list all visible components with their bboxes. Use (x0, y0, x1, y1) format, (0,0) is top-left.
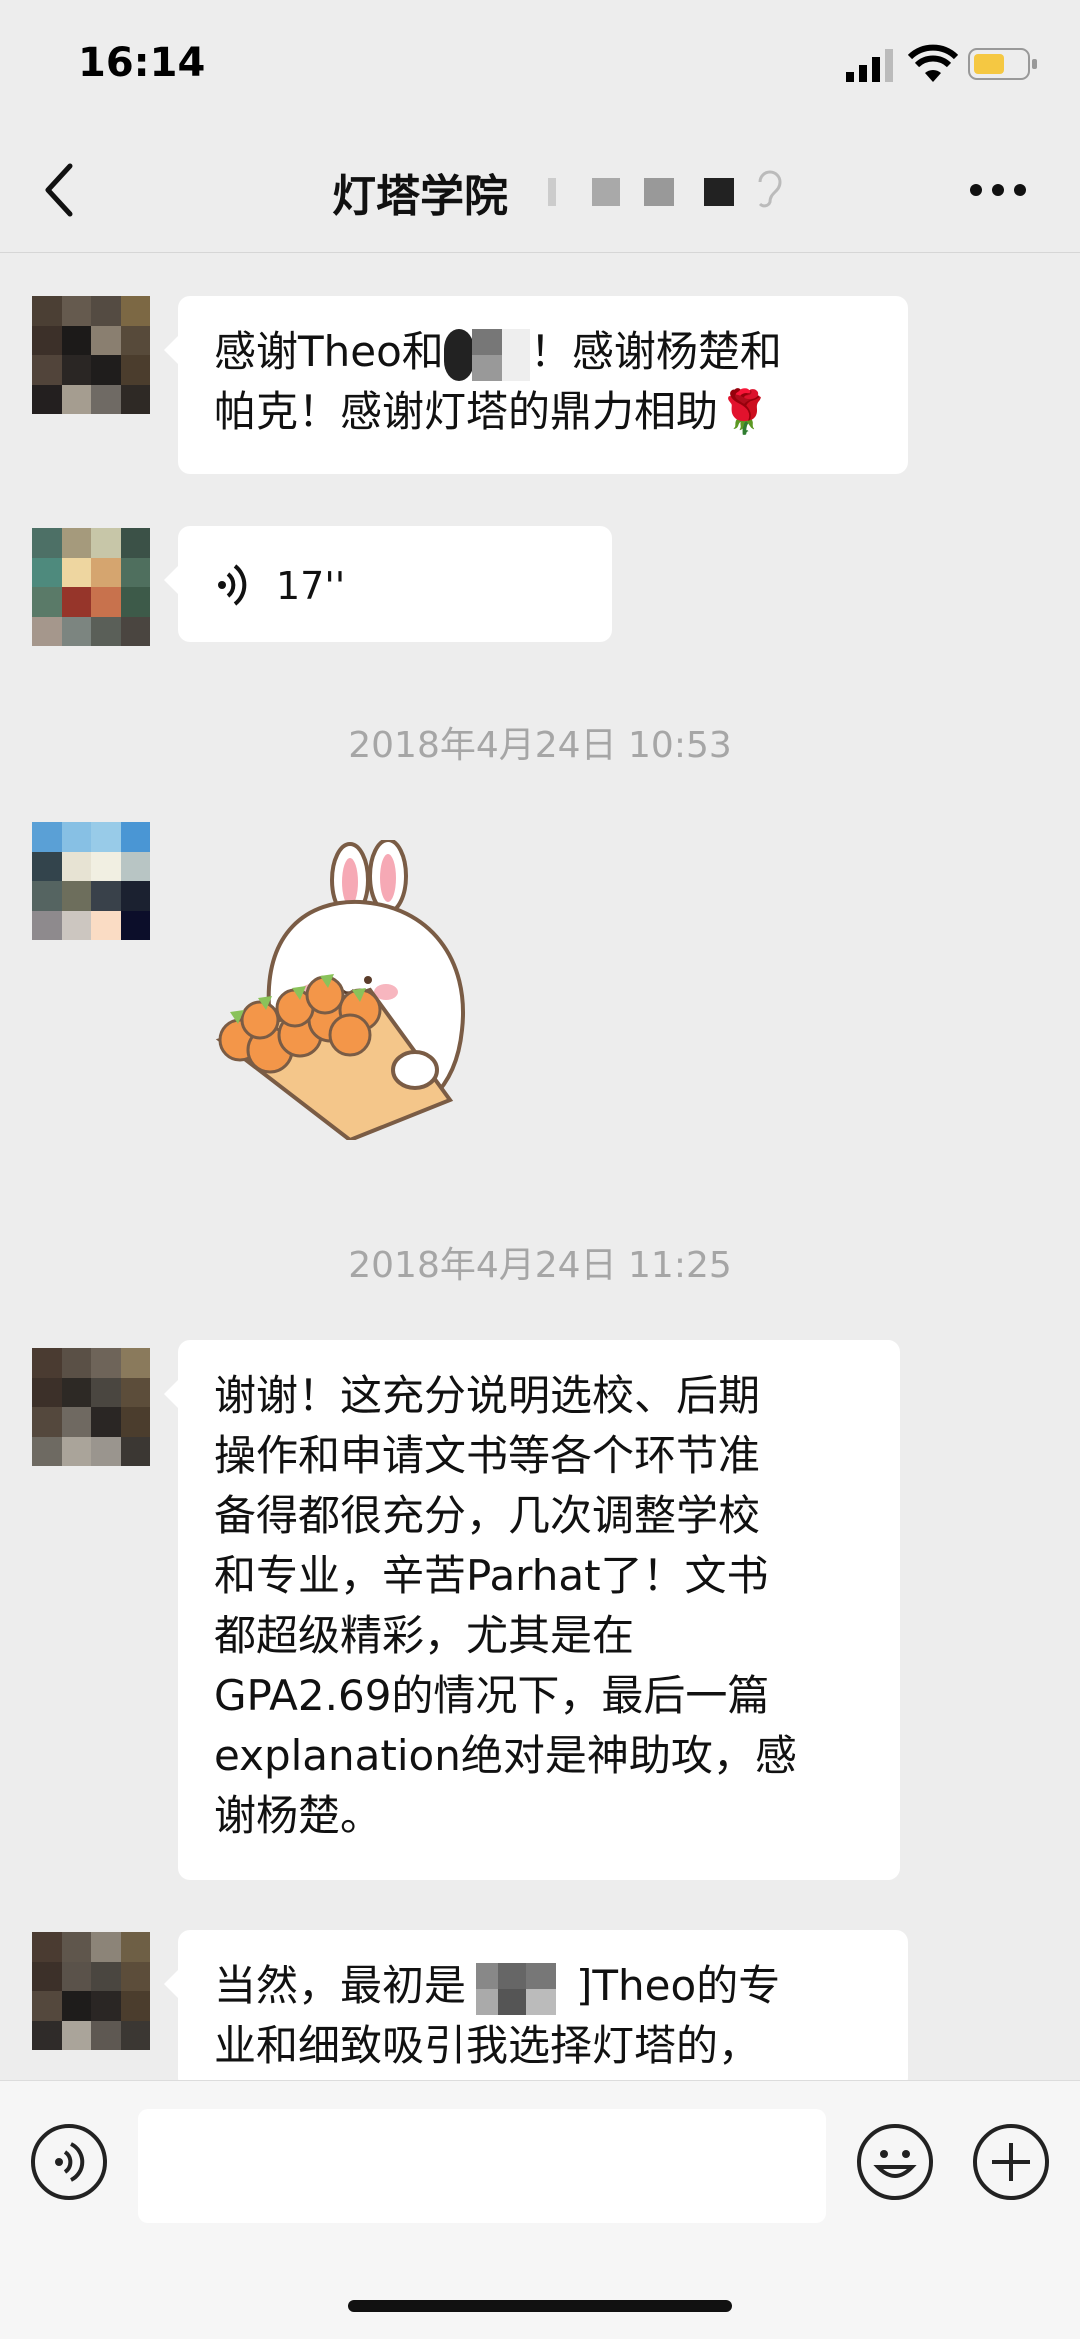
voice-input-icon[interactable] (30, 2123, 108, 2201)
message-text: ！感谢杨楚和 (529, 327, 782, 376)
message-input[interactable] (138, 2109, 826, 2223)
message-line: 感谢Theo和 ！感谢杨楚和 (214, 322, 872, 382)
timestamp: 2018年4月24日 11:25 (348, 1245, 732, 1286)
status-bar: 16:14 (0, 0, 1080, 120)
avatar[interactable] (32, 1348, 150, 1466)
message-line: GPA2.69的情况下，最后一篇 (214, 1671, 770, 1720)
voice-message-bubble[interactable]: 17'' (164, 526, 612, 642)
message-line: 谢谢！这充分说明选校、后期 (214, 1371, 761, 1420)
emoji-icon[interactable] (856, 2123, 934, 2201)
bunny-sticker[interactable] (200, 840, 490, 1140)
message-line: 操作和申请文书等各个环节准 (214, 1431, 761, 1480)
plus-icon[interactable] (972, 2123, 1050, 2201)
earpiece-mode-icon (758, 170, 782, 208)
voice-duration: 17'' (276, 564, 346, 608)
message-line: 帕克！感谢灯塔的鼎力相助🌹 (214, 382, 872, 442)
message-text: 当然，最初是 (214, 1961, 467, 2010)
message-text: 帕克！感谢灯塔的鼎力相助 (214, 387, 719, 436)
message-line: explanation绝对是神助攻，感 (214, 1731, 797, 1780)
status-time: 16:14 (78, 40, 206, 86)
home-indicator[interactable] (348, 2300, 732, 2312)
avatar[interactable] (32, 528, 150, 646)
name-redaction (443, 328, 530, 381)
message-bubble[interactable]: 谢谢！这充分说明选校、后期 操作和申请文书等各个环节准 备得都很充分，几次调整学… (164, 1340, 900, 1880)
message-bubble[interactable]: 当然，最初是 ]Theo的专 业和细致吸引我选择灯塔的， (164, 1930, 908, 2090)
message-line: 都超级精彩，尤其是在 (214, 1611, 635, 1660)
back-arrow-icon[interactable] (40, 162, 80, 218)
timestamp: 2018年4月24日 10:53 (348, 725, 732, 766)
avatar[interactable] (32, 1932, 150, 2050)
wifi-icon (908, 44, 958, 82)
chat-header: 灯塔学院 (0, 120, 1080, 253)
message-line: 业和细致吸引我选择灯塔的， (214, 2021, 761, 2070)
voice-wave-icon (218, 564, 247, 606)
message-text: ]Theo的专 (576, 1961, 781, 2010)
name-redaction (476, 1962, 557, 2015)
chat-title: 灯塔学院 (332, 171, 508, 222)
message-line: 谢杨楚。 (214, 1791, 383, 1840)
battery-icon (968, 48, 1037, 80)
message-line: 和专业，辛苦Parhat了！文书 (214, 1551, 769, 1600)
title-redaction (704, 178, 734, 206)
more-icon[interactable] (968, 182, 1028, 198)
message-line: 当然，最初是 ]Theo的专 (214, 1956, 872, 2016)
signal-icon (846, 49, 893, 82)
rose-emoji: 🌹 (718, 387, 771, 436)
title-redaction (644, 178, 674, 206)
message-text: 感谢Theo和 (214, 327, 444, 376)
avatar[interactable] (32, 296, 150, 414)
avatar[interactable] (32, 822, 150, 940)
title-redaction (548, 178, 556, 206)
message-bubble[interactable]: 感谢Theo和 ！感谢杨楚和 帕克！感谢灯塔的鼎力相助🌹 (164, 296, 908, 474)
title-redaction (592, 178, 620, 206)
message-line: 备得都很充分，几次调整学校 (214, 1491, 761, 1540)
